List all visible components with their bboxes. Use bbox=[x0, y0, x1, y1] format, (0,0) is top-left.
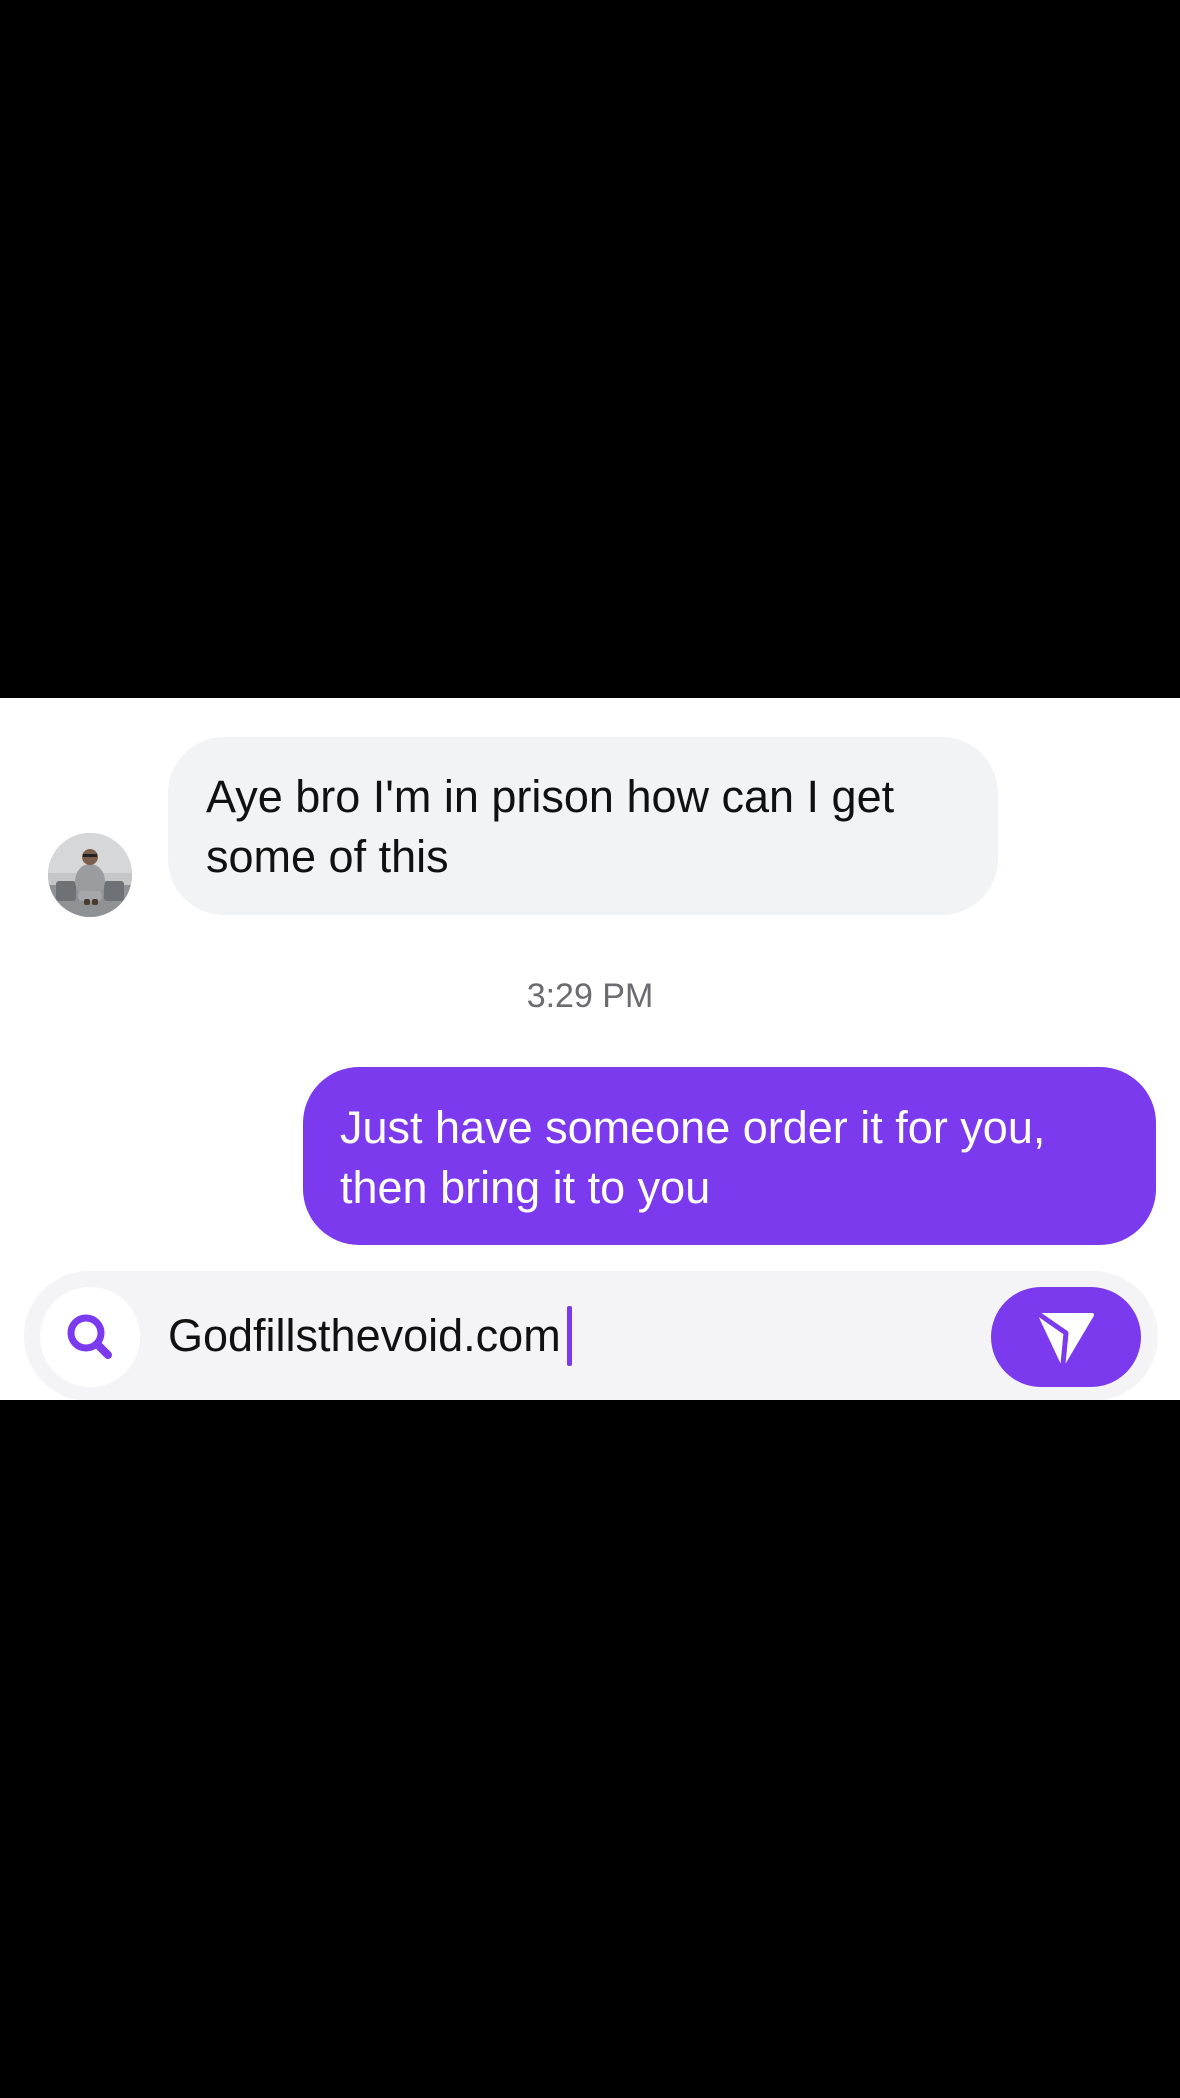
outgoing-message-bubble[interactable]: Just have someone order it for you, then… bbox=[303, 1067, 1156, 1245]
search-button[interactable] bbox=[40, 1287, 140, 1387]
send-icon bbox=[1037, 1312, 1094, 1367]
chat-panel: Aye bro I'm in prison how can I get some… bbox=[0, 698, 1180, 1400]
avatar-photo bbox=[48, 833, 132, 917]
letterbox-bottom bbox=[0, 1400, 1180, 2098]
outgoing-message-text: Just have someone order it for you, then… bbox=[340, 1102, 1046, 1213]
search-icon bbox=[67, 1314, 112, 1359]
message-input-field[interactable]: Godfillsthevoid.com bbox=[168, 1301, 572, 1371]
incoming-message-text: Aye bro I'm in prison how can I get some… bbox=[206, 771, 895, 882]
message-composer: Godfillsthevoid.com bbox=[24, 1271, 1158, 1400]
incoming-message-bubble[interactable]: Aye bro I'm in prison how can I get some… bbox=[168, 737, 998, 915]
message-input-text: Godfillsthevoid.com bbox=[168, 1310, 561, 1361]
message-timestamp: 3:29 PM bbox=[526, 977, 654, 1015]
text-caret bbox=[566, 1306, 572, 1366]
letterbox-top bbox=[0, 0, 1180, 698]
avatar[interactable] bbox=[48, 833, 132, 917]
send-button[interactable] bbox=[991, 1287, 1141, 1387]
